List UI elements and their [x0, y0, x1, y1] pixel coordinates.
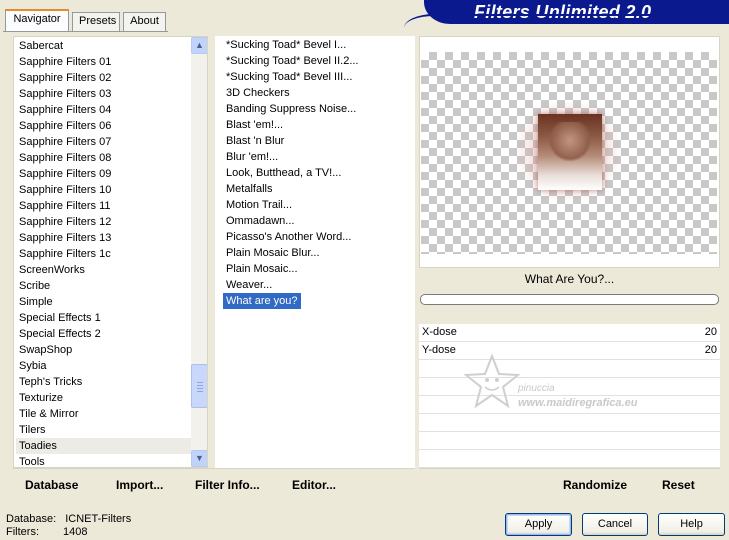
- category-item[interactable]: Sapphire Filters 04: [16, 102, 191, 118]
- filter-item[interactable]: Blast 'n Blur: [223, 133, 287, 149]
- scroll-thumb[interactable]: [191, 364, 207, 408]
- category-item[interactable]: Sapphire Filters 06: [16, 118, 191, 134]
- tab-navigator[interactable]: Navigator: [5, 9, 69, 32]
- category-item[interactable]: Sapphire Filters 12: [16, 214, 191, 230]
- scroll-up-button[interactable]: ▲: [191, 37, 207, 54]
- randomize-button[interactable]: Randomize: [563, 478, 627, 492]
- param-row-x-dose[interactable]: X-dose 20: [419, 324, 720, 342]
- filter-list[interactable]: *Sucking Toad* Bevel I... *Sucking Toad* …: [215, 36, 415, 468]
- category-item[interactable]: Sapphire Filters 03: [16, 86, 191, 102]
- category-item[interactable]: Scribe: [16, 278, 191, 294]
- status-filters: Filters: 1408: [6, 526, 87, 538]
- category-item[interactable]: Sybia: [16, 358, 191, 374]
- params-panel: X-dose 20 Y-dose 20: [419, 324, 720, 468]
- param-row-empty: [419, 450, 720, 468]
- filter-name-label: What Are You?...: [524, 272, 615, 286]
- status-database-label: Database:: [6, 513, 57, 525]
- filter-item[interactable]: Motion Trail...: [223, 197, 295, 213]
- filter-item[interactable]: *Sucking Toad* Bevel I...: [223, 37, 349, 53]
- reset-label: Reset: [662, 478, 695, 492]
- param-row-empty: [419, 414, 720, 432]
- filter-item[interactable]: Metalfalls: [223, 181, 275, 197]
- import-button[interactable]: Import...: [116, 478, 163, 492]
- param-label: Y-dose: [422, 344, 456, 356]
- preview-image: [538, 114, 602, 190]
- category-scrollbar[interactable]: ▲ ▼: [191, 37, 207, 467]
- category-item[interactable]: Sapphire Filters 09: [16, 166, 191, 182]
- filter-item[interactable]: Look, Butthead, a TV!...: [223, 165, 344, 181]
- tab-presets[interactable]: Presets: [72, 12, 120, 31]
- filter-item[interactable]: Banding Suppress Noise...: [223, 101, 359, 117]
- param-value[interactable]: 20: [705, 326, 717, 338]
- category-item[interactable]: Sapphire Filters 1c: [16, 246, 191, 262]
- tab-strip-line: [3, 31, 168, 32]
- category-item[interactable]: SwapShop: [16, 342, 191, 358]
- category-item[interactable]: ScreenWorks: [16, 262, 191, 278]
- cancel-button[interactable]: Cancel: [582, 513, 648, 536]
- category-item[interactable]: Sapphire Filters 11: [16, 198, 191, 214]
- filter-item[interactable]: Weaver...: [223, 277, 275, 293]
- filter-info-label: Filter Info...: [195, 478, 260, 492]
- param-row-empty: [419, 432, 720, 450]
- status-filters-label: Filters:: [6, 526, 39, 538]
- param-value[interactable]: 20: [705, 344, 717, 356]
- param-row-empty: [419, 396, 720, 414]
- progress-bar: [420, 294, 719, 305]
- apply-button[interactable]: Apply: [505, 513, 572, 536]
- category-item[interactable]: Sapphire Filters 02: [16, 70, 191, 86]
- filter-item[interactable]: Plain Mosaic Blur...: [223, 245, 323, 261]
- filter-info-button[interactable]: Filter Info...: [195, 478, 260, 492]
- category-item[interactable]: Teph's Tricks: [16, 374, 191, 390]
- param-row-empty: [419, 378, 720, 396]
- status-filters-value: 1408: [63, 526, 88, 538]
- category-list[interactable]: Sabercat Sapphire Filters 01 Sapphire Filt…: [13, 36, 208, 468]
- param-label: X-dose: [422, 326, 457, 338]
- filter-item[interactable]: *Sucking Toad* Bevel III...: [223, 69, 355, 85]
- category-item[interactable]: Special Effects 1: [16, 310, 191, 326]
- database-button[interactable]: Database: [25, 478, 78, 492]
- database-label: Database: [25, 478, 79, 492]
- filter-item[interactable]: 3D Checkers: [223, 85, 293, 101]
- filter-item[interactable]: Blur 'em!...: [223, 149, 281, 165]
- category-item[interactable]: Sapphire Filters 08: [16, 150, 191, 166]
- randomize-label: Randomize: [563, 478, 628, 492]
- category-item[interactable]: Sapphire Filters 10: [16, 182, 191, 198]
- category-item[interactable]: Texturize: [16, 390, 191, 406]
- reset-button[interactable]: Reset: [662, 478, 695, 492]
- category-item[interactable]: Sapphire Filters 13: [16, 230, 191, 246]
- tab-about[interactable]: About: [123, 12, 166, 31]
- param-row-y-dose[interactable]: Y-dose 20: [419, 342, 720, 360]
- category-item[interactable]: Tools: [16, 454, 191, 467]
- category-item[interactable]: Sapphire Filters 07: [16, 134, 191, 150]
- category-item[interactable]: Sabercat: [16, 38, 191, 54]
- param-row-empty: [419, 360, 720, 378]
- filter-item[interactable]: Plain Mosaic...: [223, 261, 301, 277]
- filter-item[interactable]: Picasso's Another Word...: [223, 229, 354, 245]
- scroll-down-button[interactable]: ▼: [191, 450, 207, 467]
- import-label: Import...: [116, 478, 164, 492]
- category-item[interactable]: Special Effects 2: [16, 326, 191, 342]
- filter-item[interactable]: What are you?: [223, 293, 301, 309]
- status-database: Database: ICNET-Filters: [6, 513, 131, 525]
- help-button[interactable]: Help: [658, 513, 725, 536]
- category-item[interactable]: Sapphire Filters 01: [16, 54, 191, 70]
- filter-item[interactable]: Blast 'em!...: [223, 117, 286, 133]
- app-title-banner: Filters Unlimited 2.0: [424, 0, 729, 24]
- category-item[interactable]: Tilers: [16, 422, 191, 438]
- preview-canvas: [421, 52, 717, 254]
- editor-label: Editor...: [292, 478, 337, 492]
- filter-item[interactable]: *Sucking Toad* Bevel II.2...: [223, 53, 362, 69]
- status-database-value: ICNET-Filters: [65, 513, 132, 525]
- category-item[interactable]: Simple: [16, 294, 191, 310]
- category-item[interactable]: Tile & Mirror: [16, 406, 191, 422]
- category-item[interactable]: Toadies: [16, 438, 191, 454]
- filter-item[interactable]: Ommadawn...: [223, 213, 297, 229]
- editor-button[interactable]: Editor...: [292, 478, 336, 492]
- app-title: Filters Unlimited 2.0: [474, 2, 652, 22]
